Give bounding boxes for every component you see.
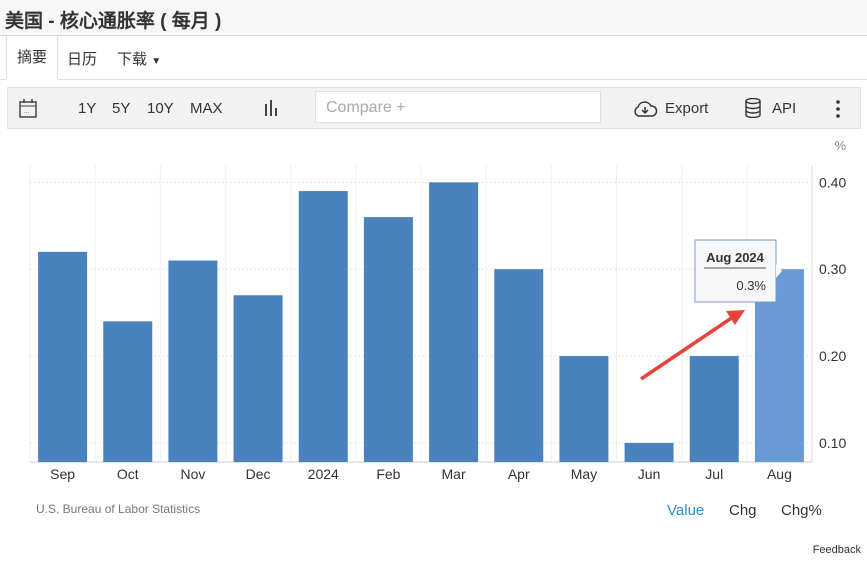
- export-button[interactable]: Export: [665, 100, 708, 117]
- unit-label: %: [834, 138, 846, 153]
- svg-text:...: ...: [24, 109, 29, 115]
- title-bar: 美国 - 核心通胀率 ( 每月 ): [0, 0, 867, 36]
- mode-chg[interactable]: Chg: [729, 502, 757, 519]
- range-1y[interactable]: 1Y: [78, 100, 96, 117]
- tab-download-label: 下载: [117, 51, 148, 68]
- x-tick-label: Aug: [767, 466, 792, 482]
- bar-jul[interactable]: [689, 356, 739, 462]
- tab-calendar[interactable]: 日历: [67, 48, 97, 69]
- tab-bar: 摘要 日历 下载 ▼: [0, 36, 867, 80]
- bar-chart-icon[interactable]: [264, 100, 280, 116]
- range-max[interactable]: MAX: [190, 100, 223, 117]
- x-tick-label: Jul: [705, 466, 723, 482]
- calendar-icon[interactable]: ...: [19, 99, 37, 118]
- range-5y[interactable]: 5Y: [112, 100, 130, 117]
- bar-apr[interactable]: [494, 269, 544, 462]
- bar-2024[interactable]: [298, 191, 348, 463]
- bar-dec[interactable]: [233, 295, 283, 462]
- feedback-link[interactable]: Feedback: [813, 544, 861, 556]
- mode-value[interactable]: Value: [667, 502, 704, 519]
- database-icon[interactable]: [745, 98, 761, 118]
- source-label: U.S. Bureau of Labor Statistics: [36, 502, 201, 516]
- bar-oct[interactable]: [103, 321, 153, 462]
- bar-may[interactable]: [559, 356, 609, 462]
- x-tick-label: May: [571, 466, 597, 482]
- tooltip-title: Aug 2024: [706, 250, 765, 265]
- tooltip-value: 0.3%: [736, 278, 766, 293]
- x-tick-label: Dec: [246, 466, 271, 482]
- x-tick-label: Nov: [180, 466, 205, 482]
- compare-input[interactable]: Compare +: [315, 91, 601, 123]
- tab-download[interactable]: 下载 ▼: [117, 48, 161, 69]
- y-tick-label: 0.10: [819, 435, 846, 451]
- mode-chg-pct[interactable]: Chg%: [781, 502, 822, 519]
- bar-mar[interactable]: [429, 182, 479, 463]
- cloud-download-icon[interactable]: [632, 99, 658, 119]
- x-tick-label: Jun: [638, 466, 661, 482]
- bar-feb[interactable]: [363, 217, 413, 462]
- bar-sep[interactable]: [38, 251, 88, 462]
- api-button[interactable]: API: [772, 100, 796, 117]
- tab-summary[interactable]: 摘要: [6, 36, 59, 80]
- bar-nov[interactable]: [168, 260, 218, 462]
- x-tick-label: Apr: [508, 466, 530, 482]
- chart-toolbar: ... 1Y 5Y 10Y MAX Compare + Export API: [7, 87, 861, 129]
- x-tick-label: Oct: [117, 466, 139, 482]
- x-tick-label: Mar: [442, 466, 466, 482]
- range-10y[interactable]: 10Y: [147, 100, 174, 117]
- y-tick-label: 0.40: [819, 174, 846, 190]
- bar-chart: % Sep Oct Nov Dec 2024 Feb Mar Apr May Jun Jul Aug 0…: [29, 138, 846, 482]
- x-tick-label: Sep: [50, 466, 75, 482]
- caret-down-icon: ▼: [151, 56, 162, 67]
- tooltip: Aug 2024 0.3%: [694, 239, 782, 303]
- arrow-head-icon: [726, 310, 745, 325]
- x-tick-label: Feb: [376, 466, 400, 482]
- y-tick-label: 0.30: [819, 261, 846, 277]
- more-vertical-icon[interactable]: [835, 100, 841, 118]
- bar-jun[interactable]: [624, 442, 674, 462]
- y-tick-label: 0.20: [819, 348, 846, 364]
- x-tick-label: 2024: [308, 466, 339, 482]
- page-title: 美国 - 核心通胀率 ( 每月 ): [5, 11, 222, 32]
